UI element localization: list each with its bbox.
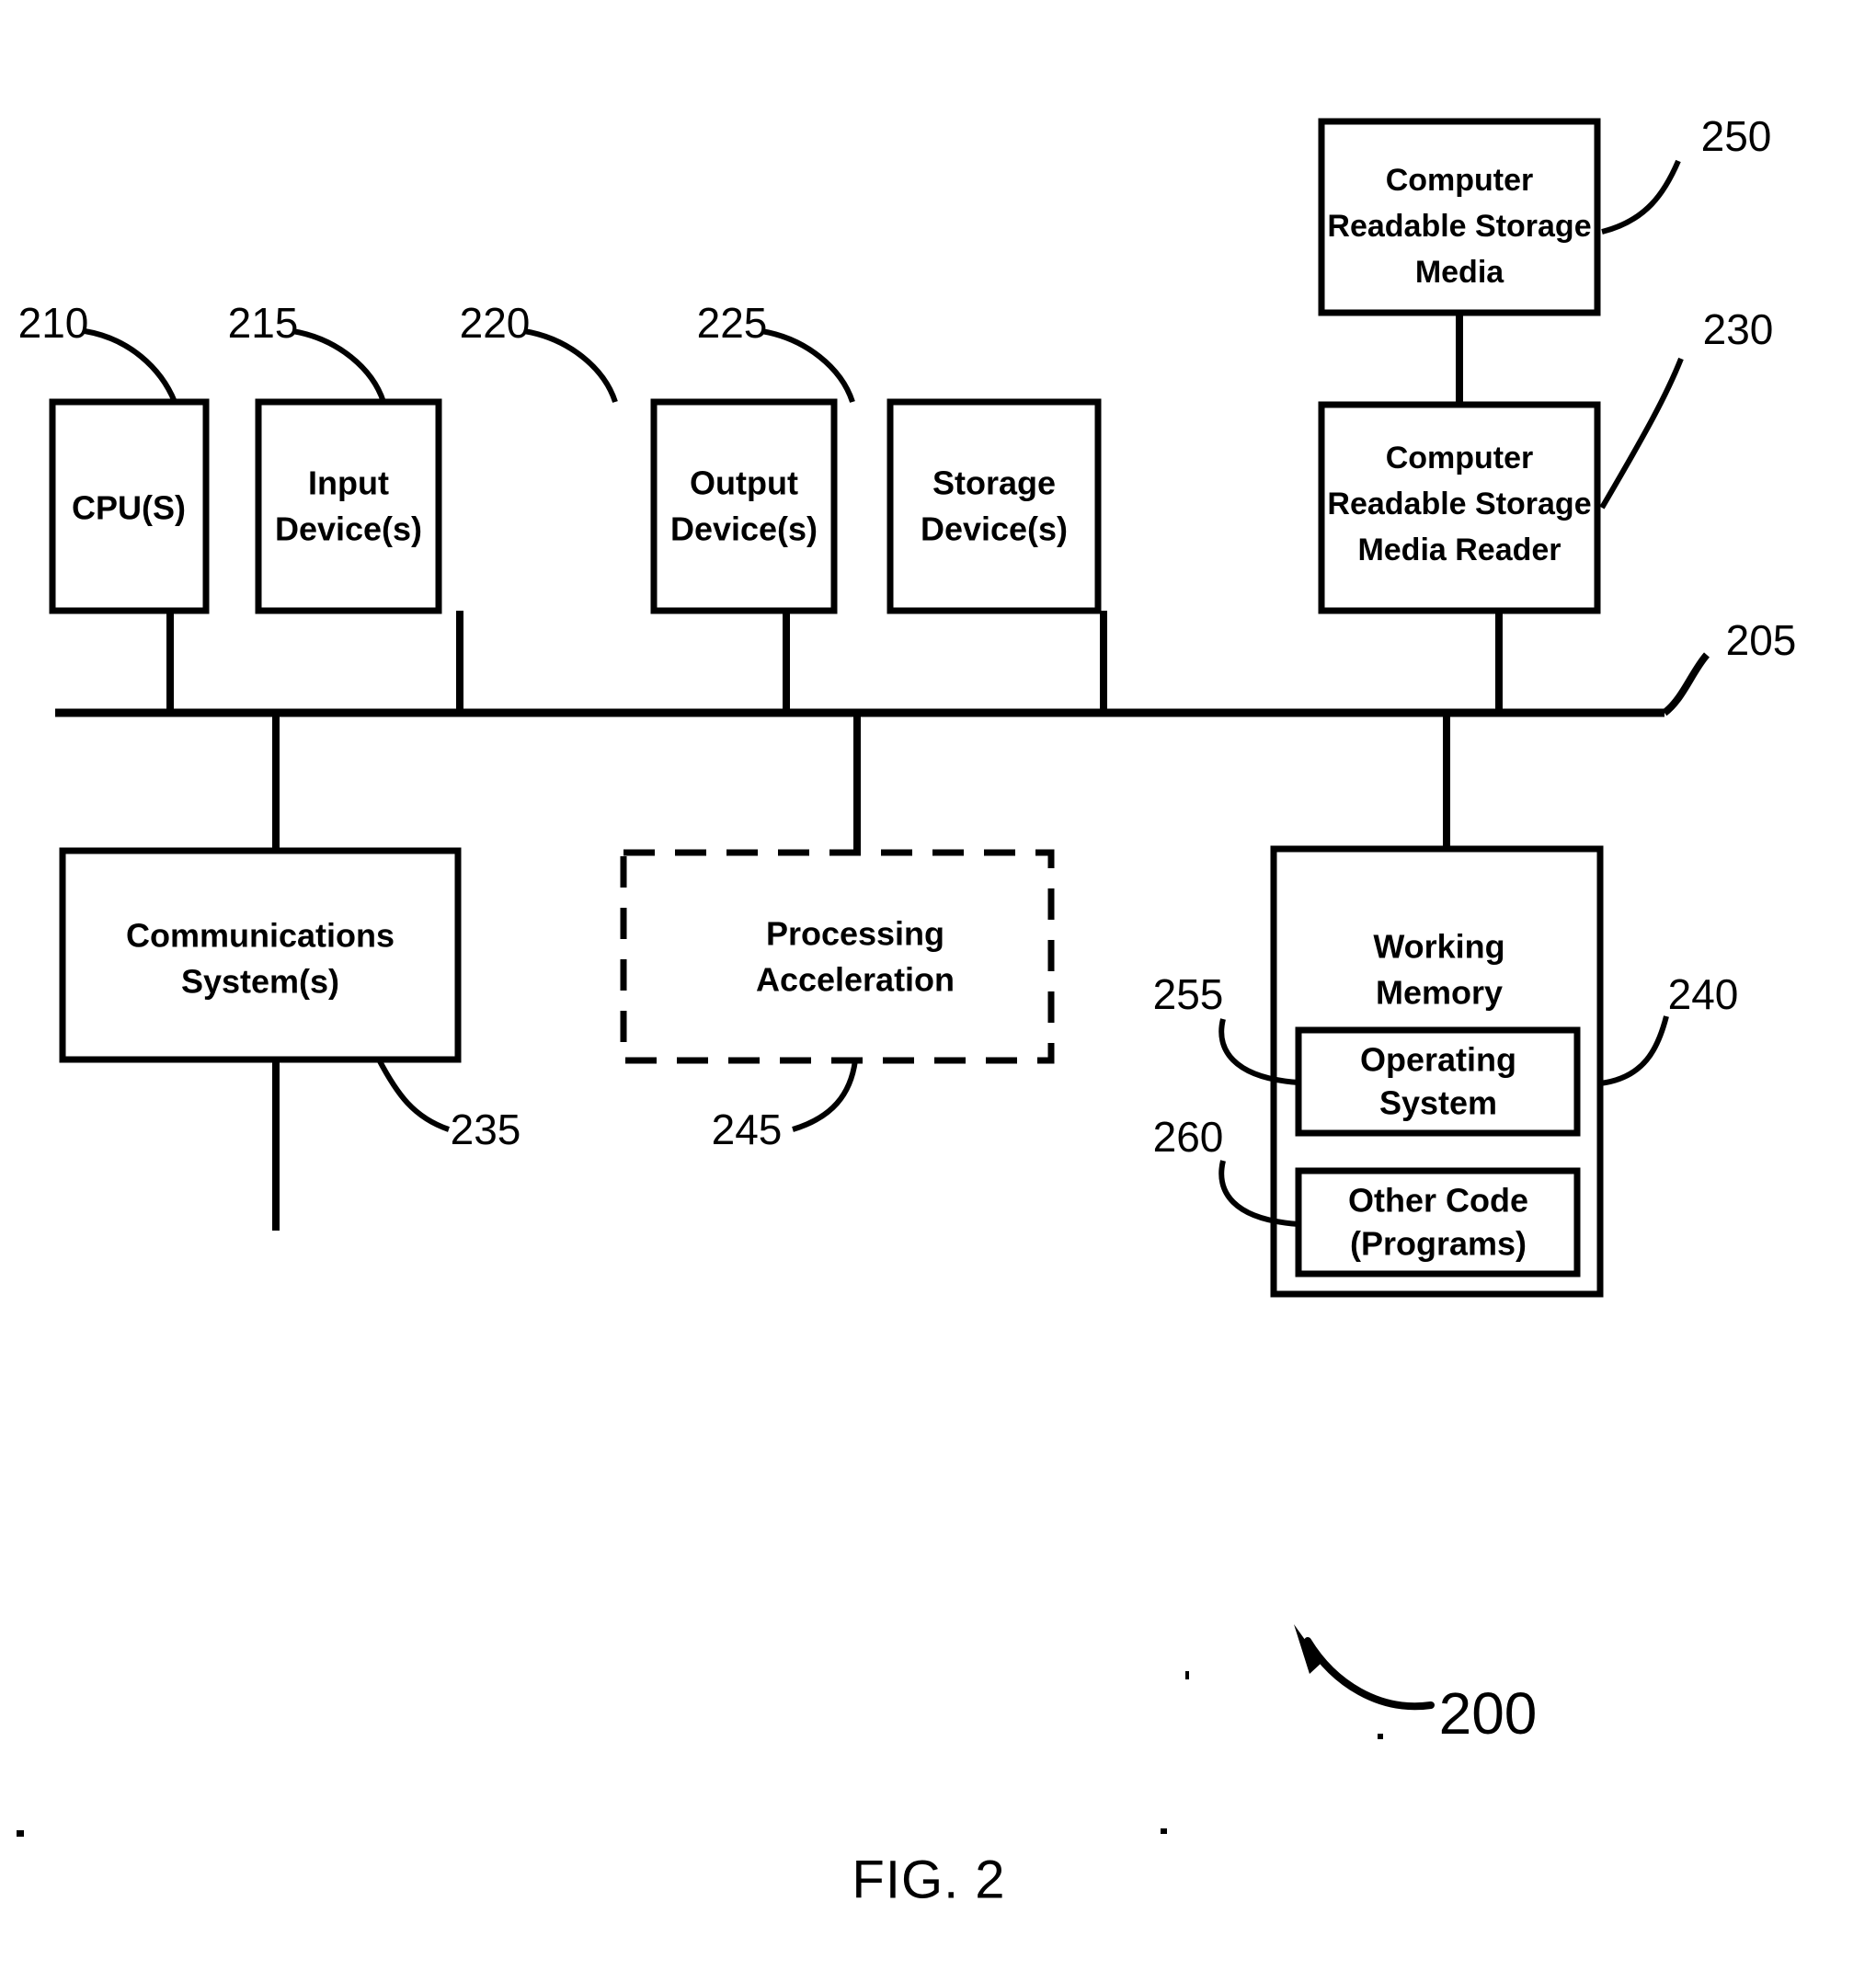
accel-label-line2: Acceleration [756,961,955,999]
ref-number-240: 240 [1668,970,1739,1018]
input-label-line2: Device(s) [275,510,422,548]
ref-number-245: 245 [712,1106,783,1153]
node-cpus: CPU(S) [49,398,210,614]
lead-line-205 [1662,652,1710,716]
node-crsm-reader: Computer Readable Storage Media Reader [1318,401,1601,614]
node-output-devices: Output Device(s) [650,398,838,614]
ref-number-225: 225 [697,299,768,347]
reader-label-line1: Computer [1386,441,1534,475]
node-computer-readable-storage-media: Computer Readable Storage Media [1318,118,1601,316]
lead-line-240 [1599,1015,1669,1086]
block-diagram-canvas: Computer Readable Storage Media 250 CPU(… [17,112,1797,1909]
figure-caption: FIG. 2 [852,1850,1005,1909]
workmem-label-line1: Working [1373,928,1504,966]
patent-figure-2: Computer Readable Storage Media 250 CPU(… [0,0,1876,1982]
pointer-arrow-curve [1304,1637,1435,1711]
ref-number-235: 235 [451,1106,521,1153]
input-label-line1: Input [308,464,389,502]
scan-speck-4 [1161,1828,1167,1834]
output-box [650,398,838,614]
node-storage-devices: Storage Device(s) [887,398,1102,614]
output-label-line1: Output [690,464,798,502]
crsm-label-line1: Computer [1386,163,1534,198]
node-processing-acceleration: Processing Acceleration [620,849,1055,1064]
ref-number-260: 260 [1153,1113,1224,1161]
node-operating-system: Operating System [1295,1026,1581,1137]
lead-line-230 [1599,357,1684,510]
node-input-devices: Input Device(s) [255,398,442,614]
storage-label-line2: Device(s) [921,510,1068,548]
comms-label-line1: Communications [126,917,395,955]
comms-label-line2: System(s) [181,963,339,1001]
ref-number-215: 215 [228,299,299,347]
lead-line-235 [376,1058,450,1132]
accel-label-line1: Processing [766,915,944,953]
node-other-code-programs: Other Code (Programs) [1295,1167,1581,1277]
lead-line-245 [792,1060,858,1132]
comms-box [59,847,462,1063]
ref-number-255: 255 [1153,970,1224,1018]
os-label-line1: Operating [1360,1041,1516,1079]
reader-label-line3: Media Reader [1357,533,1561,567]
ref-number-230: 230 [1703,305,1774,353]
othercode-label-line1: Other Code [1348,1182,1528,1220]
output-label-line2: Device(s) [670,510,818,548]
crsm-label-line3: Media [1415,255,1504,290]
lead-line-210 [84,328,177,404]
storage-label-line1: Storage [932,464,1056,502]
ref-number-250: 250 [1701,112,1772,160]
workmem-label-line2: Memory [1376,974,1503,1012]
othercode-label-line2: (Programs) [1350,1225,1527,1263]
lead-line-250 [1601,159,1681,235]
os-label-line2: System [1379,1084,1497,1122]
ref-number-205: 205 [1726,616,1797,664]
scan-speck-2 [1378,1734,1383,1739]
node-working-memory: Working Memory Operating System Other Co… [1270,845,1604,1298]
ref-number-220: 220 [460,299,531,347]
reader-label-line2: Readable Storage [1327,487,1591,521]
processing-acceleration-box [620,849,1055,1064]
ref-number-200: 200 [1439,1680,1538,1747]
lead-line-225 [761,328,855,403]
scan-speck-3 [17,1830,24,1837]
ref-number-210: 210 [18,299,89,347]
node-communications-systems: Communications System(s) [59,847,462,1063]
cpu-label: CPU(S) [72,489,186,527]
system-pointer-200: 200 [1294,1624,1537,1747]
lead-line-220 [523,328,618,403]
input-box [255,398,442,614]
crsm-label-line2: Readable Storage [1327,209,1591,244]
scan-speck-1 [1185,1671,1189,1679]
lead-line-215 [292,328,386,403]
storage-box [887,398,1102,614]
